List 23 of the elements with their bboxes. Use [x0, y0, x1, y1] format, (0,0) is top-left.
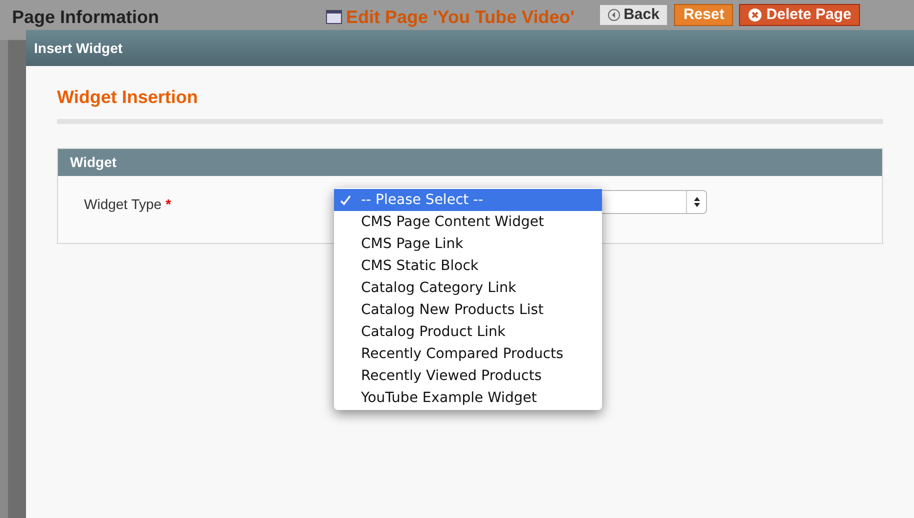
dropdown-option[interactable]: -- Please Select --	[334, 189, 602, 211]
page-icon	[326, 10, 342, 24]
dropdown-option[interactable]: Catalog Category Link	[334, 277, 602, 299]
dropdown-option[interactable]: YouTube Example Widget	[334, 387, 602, 409]
dialog-heading: Widget Insertion	[57, 87, 198, 107]
edit-page-title: Edit Page 'You Tube Video'	[346, 8, 575, 26]
page-title: Page Information	[12, 8, 160, 26]
checkmark-icon	[340, 194, 351, 206]
dropdown-option[interactable]: Catalog New Products List	[334, 299, 602, 321]
close-icon	[748, 8, 762, 22]
dialog-title: Insert Widget	[34, 38, 123, 58]
back-button[interactable]: Back	[598, 4, 668, 26]
dropdown-option[interactable]: CMS Static Block	[334, 255, 602, 277]
section-title: Widget	[70, 153, 117, 172]
field-label: Widget Type	[84, 195, 162, 214]
dropdown-option[interactable]: Recently Viewed Products	[334, 365, 602, 387]
delete-page-button[interactable]: Delete Page	[739, 4, 860, 26]
dropdown-option[interactable]: Catalog Product Link	[334, 321, 602, 343]
dropdown-option[interactable]: CMS Page Link	[334, 233, 602, 255]
select-arrows-icon	[694, 197, 700, 207]
required-asterisk: *	[166, 195, 172, 214]
dropdown-option[interactable]: Recently Compared Products	[334, 343, 602, 365]
dropdown-option[interactable]: CMS Page Content Widget	[334, 211, 602, 233]
